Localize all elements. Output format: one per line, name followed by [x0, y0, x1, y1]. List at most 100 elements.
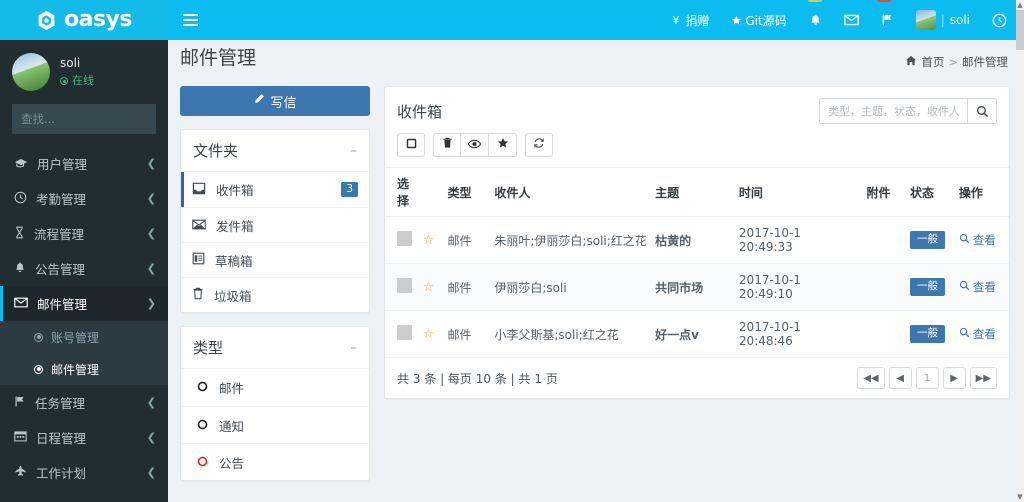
- sidebar-item-announcement-management[interactable]: 公告管理 ❮: [0, 251, 168, 286]
- scroll-down-icon[interactable]: ▼: [1016, 492, 1024, 502]
- chevron-left-icon: ❮: [146, 396, 156, 409]
- sidebar-nav: 用户管理 ❮ 考勤管理 ❮ 流程管理 ❮ 公告管理 ❮ 邮件管理 ❯ 账号管理 …: [0, 146, 168, 502]
- tasks-badge: [877, 0, 892, 2]
- chevron-down-icon: ❯: [146, 297, 156, 310]
- row-state-cell: 一般: [905, 263, 955, 311]
- page-prev-button[interactable]: ◀: [888, 367, 912, 389]
- type-item-notice[interactable]: 通知: [181, 406, 369, 443]
- folder-item-inbox[interactable]: 收件箱 3: [181, 172, 369, 207]
- page-scrollbar[interactable]: ▲ ▼: [1016, 0, 1024, 502]
- sidebar-item-process-management[interactable]: 流程管理 ❮: [0, 216, 168, 251]
- page-next-button[interactable]: ▶: [942, 367, 966, 389]
- flag-icon: [881, 13, 894, 27]
- mark-read-button[interactable]: [461, 133, 489, 157]
- toolbar-gap: [426, 133, 432, 157]
- sidebar-submenu-mail: 账号管理 邮件管理: [0, 321, 168, 385]
- type-label: 邮件: [219, 381, 245, 396]
- donate-button[interactable]: ¥ 捐赠: [659, 0, 720, 40]
- row-recipients: 朱丽叶;伊丽莎白;soli;红之花: [490, 216, 652, 264]
- status-badge: 一般: [909, 325, 945, 343]
- star-icon[interactable]: ☆: [423, 233, 435, 248]
- breadcrumb-home[interactable]: 首页: [921, 54, 944, 70]
- row-type: 邮件: [443, 310, 491, 358]
- trash-icon: [442, 137, 453, 153]
- application-window: oasys ¥ 捐赠 Git源码 | soli soli 在线 查找... 用户…: [0, 0, 1024, 502]
- row-state-cell: 一般: [905, 216, 955, 264]
- sidebar-item-schedule-management[interactable]: 日程管理 ❮: [0, 420, 168, 455]
- circle-icon: [197, 455, 208, 470]
- view-button[interactable]: 查看: [959, 279, 996, 295]
- star-icon[interactable]: ☆: [423, 280, 435, 295]
- sidebar-item-attendance-management[interactable]: 考勤管理 ❮: [0, 181, 168, 216]
- mail-search-input[interactable]: [819, 98, 967, 124]
- sidebar-item-mail-management[interactable]: 邮件管理 ❯: [0, 286, 168, 321]
- user-avatar: [12, 53, 50, 91]
- type-item-mail[interactable]: 邮件: [181, 369, 369, 406]
- sidebar-item-work-plan[interactable]: 工作计划 ❮: [0, 455, 168, 490]
- row-checkbox[interactable]: [397, 325, 412, 340]
- chevron-left-icon: ❮: [146, 431, 156, 444]
- sidebar-search-input[interactable]: [12, 112, 168, 126]
- scroll-up-icon[interactable]: ▲: [1016, 0, 1024, 10]
- type-item-announcement[interactable]: 公告: [181, 443, 369, 480]
- page-first-button[interactable]: ◀◀: [857, 367, 885, 389]
- git-source-button[interactable]: Git源码: [720, 0, 797, 40]
- user-menu[interactable]: | soli: [905, 0, 981, 40]
- table-row[interactable]: ☆ 邮件 朱丽叶;伊丽莎白;soli;红之花 枯黄的 2017-10-1 20:…: [385, 216, 1009, 264]
- left-sidebar: soli 在线 用户管理 ❮: [0, 40, 168, 502]
- folder-item-drafts[interactable]: 草稿箱: [181, 242, 369, 277]
- view-button[interactable]: 查看: [959, 326, 996, 342]
- row-checkbox[interactable]: [397, 231, 412, 246]
- draft-icon: [192, 252, 205, 268]
- refresh-button[interactable]: [525, 133, 553, 157]
- control-sidebar-button[interactable]: [981, 0, 1018, 40]
- brand-logo[interactable]: oasys: [0, 0, 168, 40]
- search-icon: [959, 327, 970, 341]
- sidebar-user-panel[interactable]: soli 在线: [0, 40, 168, 104]
- toolbar-gap: [518, 133, 524, 157]
- sidebar-item-user-management[interactable]: 用户管理 ❮: [0, 146, 168, 181]
- minus-icon[interactable]: –: [350, 144, 357, 158]
- row-time: 2017-10-1 20:49:33: [734, 216, 863, 264]
- compose-label: 写信: [270, 95, 297, 111]
- page-last-button[interactable]: ▶▶: [969, 367, 997, 389]
- sidebar-item-file-management[interactable]: 文件管理 ❮: [0, 490, 168, 502]
- col-star: [418, 167, 444, 217]
- row-action-cell: 查看: [954, 310, 1009, 358]
- tasks-button[interactable]: [870, 0, 905, 40]
- star-button[interactable]: [489, 133, 517, 157]
- yuan-icon: ¥: [670, 14, 682, 26]
- sidebar-toggle-icon[interactable]: [168, 0, 212, 40]
- inbox-icon: [192, 182, 206, 198]
- clock-icon: [992, 13, 1007, 28]
- search-icon[interactable]: [967, 98, 997, 124]
- row-star-cell: ☆: [418, 216, 444, 264]
- delete-button[interactable]: [433, 133, 461, 157]
- select-all-button[interactable]: [397, 133, 425, 157]
- plane-icon: [14, 465, 27, 481]
- view-button[interactable]: 查看: [959, 232, 996, 248]
- folder-item-outbox[interactable]: 发件箱: [181, 207, 369, 242]
- oasys-logo-icon: [36, 10, 57, 31]
- messages-button[interactable]: [833, 0, 870, 40]
- notifications-button[interactable]: [798, 0, 833, 40]
- breadcrumb: 首页 > 邮件管理: [905, 48, 1008, 70]
- table-row[interactable]: ☆ 邮件 伊丽莎白;soli 共同市场 2017-10-1 20:49:10 一…: [385, 263, 1009, 311]
- table-row[interactable]: ☆ 邮件 小李父斯基;soli;红之花 好一点v 2017-10-1 20:48…: [385, 310, 1009, 358]
- sidebar-search[interactable]: [12, 104, 168, 134]
- sidebar-label: 工作计划: [36, 466, 87, 481]
- minus-icon[interactable]: –: [350, 341, 357, 355]
- compose-button[interactable]: 写信: [180, 86, 370, 116]
- scrollbar-thumb[interactable]: [1016, 10, 1024, 50]
- circle-dot-icon: [34, 364, 43, 374]
- avatar-divider: |: [940, 13, 945, 27]
- sidebar-subitem-account-management[interactable]: 账号管理: [0, 321, 168, 353]
- sidebar-item-task-management[interactable]: 任务管理 ❮: [0, 385, 168, 420]
- page-current[interactable]: 1: [915, 367, 939, 389]
- folder-item-trash[interactable]: 垃圾箱: [181, 277, 369, 312]
- row-checkbox[interactable]: [397, 278, 412, 293]
- folder-box-header: 文件夹 –: [181, 130, 369, 172]
- sidebar-subitem-mail-management[interactable]: 邮件管理: [0, 353, 168, 385]
- row-subject: 枯黄的: [651, 216, 735, 264]
- star-icon[interactable]: ☆: [423, 327, 435, 342]
